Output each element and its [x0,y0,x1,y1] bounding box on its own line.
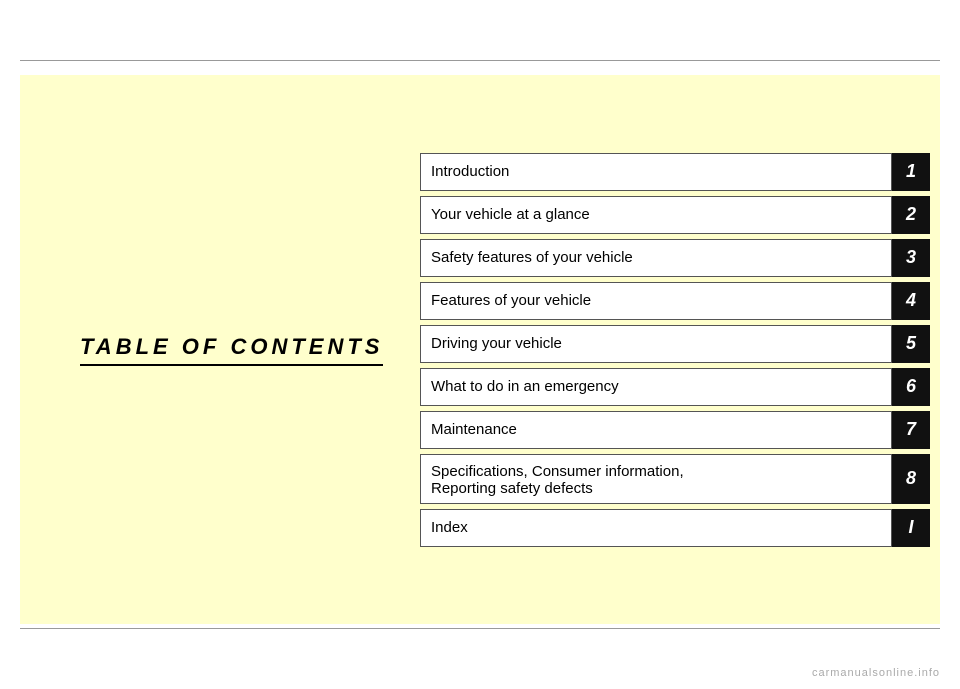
toc-row-5[interactable]: Driving your vehicle 5 [420,325,930,363]
toc-number-index: I [892,509,930,547]
toc-number-5: 5 [892,325,930,363]
toc-row-7[interactable]: Maintenance 7 [420,411,930,449]
toc-number-1: 1 [892,153,930,191]
toc-number-4: 4 [892,282,930,320]
toc-label-1: Introduction [420,153,892,191]
toc-number-3: 3 [892,239,930,277]
toc-label-7: Maintenance [420,411,892,449]
toc-label-3: Safety features of your vehicle [420,239,892,277]
toc-row-index[interactable]: Index I [420,509,930,547]
toc-number-7: 7 [892,411,930,449]
toc-row-4[interactable]: Features of your vehicle 4 [420,282,930,320]
toc-number-8: 8 [892,454,930,504]
toc-label-index: Index [420,509,892,547]
watermark: carmanualsonline.info [812,667,940,679]
toc-row-3[interactable]: Safety features of your vehicle 3 [420,239,930,277]
toc-label-2: Your vehicle at a glance [420,196,892,234]
toc-title: TABLE OF CONTENTS [80,334,383,366]
toc-label-4: Features of your vehicle [420,282,892,320]
bottom-rule [20,628,940,629]
toc-number-6: 6 [892,368,930,406]
toc-label-6: What to do in an emergency [420,368,892,406]
toc-row-2[interactable]: Your vehicle at a glance 2 [420,196,930,234]
main-content: TABLE OF CONTENTS Introduction 1 Your ve… [20,75,940,624]
toc-row-1[interactable]: Introduction 1 [420,153,930,191]
left-panel: TABLE OF CONTENTS [20,334,420,366]
toc-row-8[interactable]: Specifications, Consumer information, Re… [420,454,930,504]
toc-label-8: Specifications, Consumer information, Re… [420,454,892,504]
toc-label-5: Driving your vehicle [420,325,892,363]
toc-number-2: 2 [892,196,930,234]
toc-list: Introduction 1 Your vehicle at a glance … [420,133,940,567]
toc-row-6[interactable]: What to do in an emergency 6 [420,368,930,406]
top-rule [20,60,940,61]
